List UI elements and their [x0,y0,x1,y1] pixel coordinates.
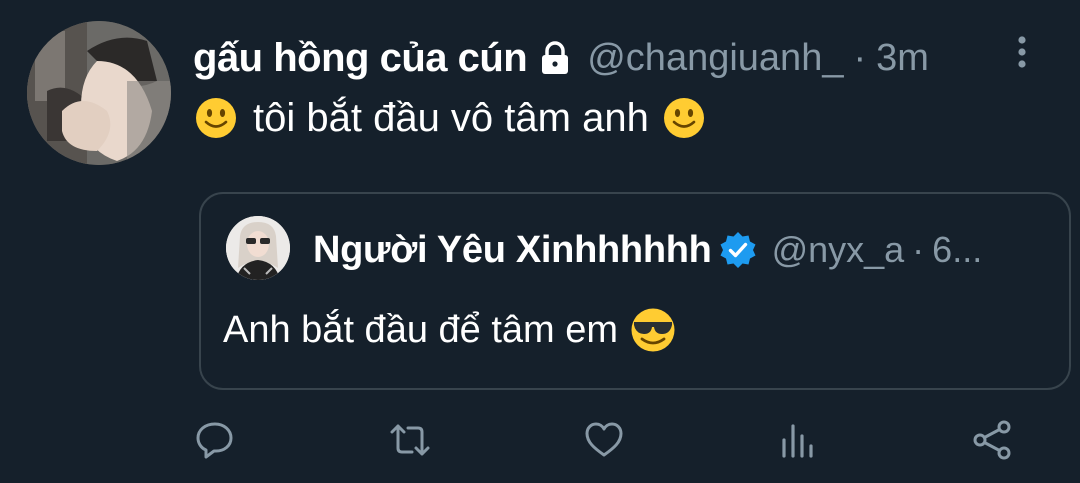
quoted-tweet-body: Anh bắt đầu để tâm em [223,302,676,358]
like-icon[interactable] [582,418,626,462]
tweet-body: tôi bắt đầu vô tâm anh [195,90,705,146]
quoted-author-display-name[interactable]: Người Yêu Xinhhhhhh [313,229,712,272]
tweet[interactable]: gấu hồng của cún @changiuanh_ · 3m tôi b… [0,0,1080,483]
smiling-face-with-sunglasses-icon [630,307,676,353]
analytics-icon[interactable] [776,418,820,462]
lock-icon [537,40,573,76]
verified-badge-icon [718,230,758,270]
reply-icon[interactable] [193,418,237,462]
more-options-icon[interactable] [1008,34,1036,74]
separator-dot: · [853,36,867,79]
tweet-timestamp[interactable]: 3m [876,37,929,80]
quoted-tweet[interactable]: Người Yêu Xinhhhhhh @nyx_a · 6... Anh bắ… [199,192,1071,390]
quoted-tweet-header: Người Yêu Xinhhhhhh @nyx_a · 6... [313,222,982,278]
quoted-author-avatar[interactable] [226,216,290,280]
author-handle[interactable]: @changiuanh_ [587,37,843,80]
quoted-author-handle[interactable]: @nyx_a [772,229,905,271]
tweet-text: tôi bắt đầu vô tâm anh [253,95,649,140]
quoted-tweet-timestamp: 6... [932,229,983,270]
author-display-name[interactable]: gấu hồng của cún [193,36,528,81]
tweet-header: gấu hồng của cún @changiuanh_ · 3m [193,30,929,86]
quoted-tweet-text: Anh bắt đầu để tâm em [223,308,619,351]
slightly-smiling-face-icon [195,97,237,139]
slightly-smiling-face-icon [663,97,705,139]
share-icon[interactable] [970,418,1014,462]
separator-dot: · [912,229,925,270]
retweet-icon[interactable] [388,418,432,462]
author-avatar[interactable] [27,21,171,165]
